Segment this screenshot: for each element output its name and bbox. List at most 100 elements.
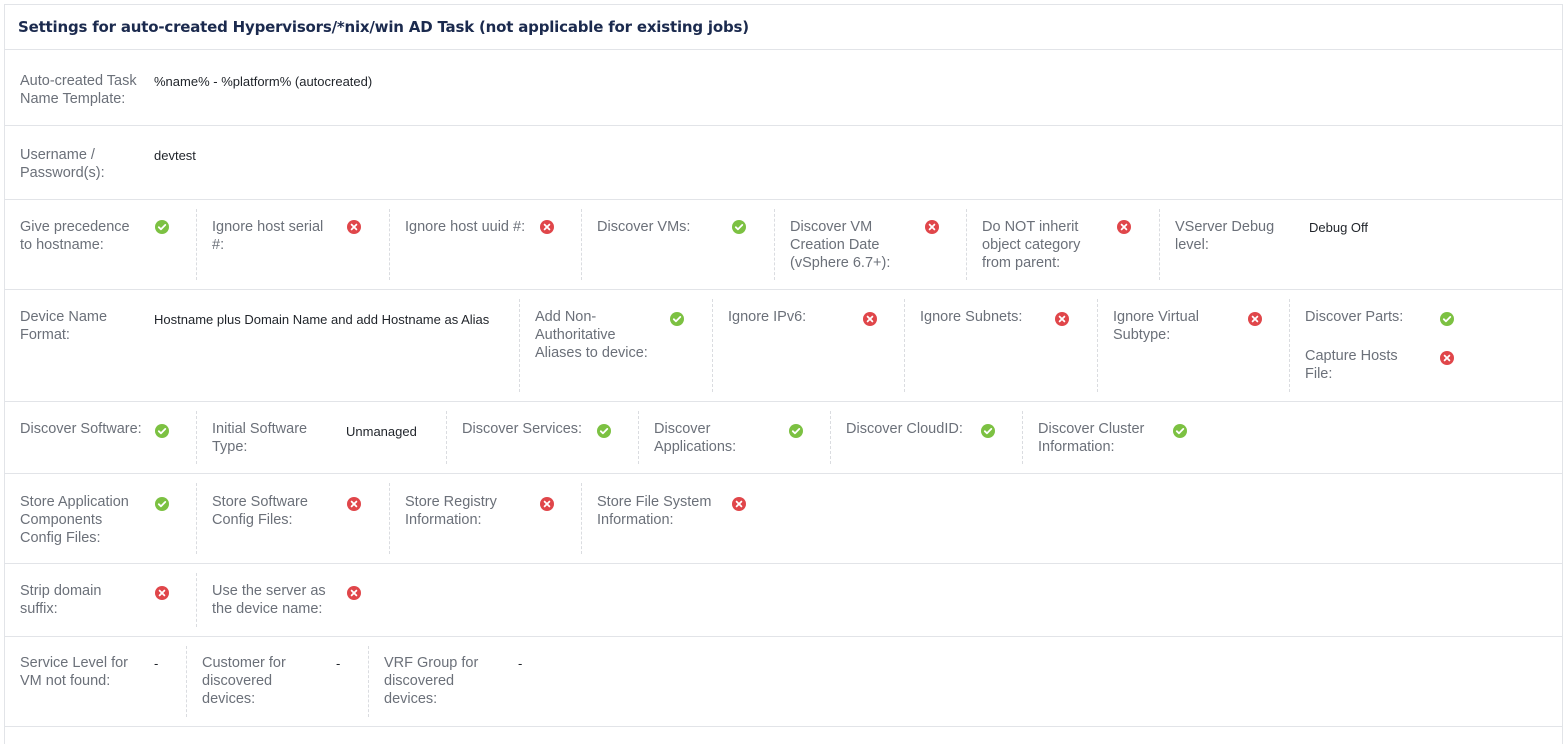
- vrf-group-label: VRF Group for discovered devices:: [384, 655, 479, 707]
- check-circle-icon: [1173, 424, 1187, 438]
- panel-title: Settings for auto-created Hypervisors/*n…: [18, 18, 749, 36]
- setting-server-as-device-name: Use the server as the device name:: [196, 564, 390, 636]
- check-circle-icon: [732, 220, 746, 234]
- setting-vm-creation-date: Discover VM Creation Date (vSphere 6.7+)…: [774, 200, 967, 289]
- setting-service-level: Service Level for VM not found: -: [5, 637, 187, 726]
- x-circle-icon: [1248, 312, 1262, 326]
- row-credentials: Username / Password(s): devtest: [5, 126, 1562, 200]
- x-circle-icon: [732, 497, 746, 511]
- check-circle-icon: [155, 497, 169, 511]
- customer-label: Customer for discovered devices:: [202, 655, 286, 707]
- server-as-device-name-label: Use the server as the device name:: [212, 583, 326, 617]
- discover-parts-label: Discover Parts:: [1305, 309, 1404, 325]
- setting-store-filesystem: Store File System Information:: [581, 474, 775, 563]
- setting-discover-cloudid: Discover CloudID:: [830, 402, 1023, 473]
- discover-applications-label: Discover Applications:: [654, 421, 737, 455]
- check-circle-icon: [155, 220, 169, 234]
- x-circle-icon: [925, 220, 939, 234]
- capture-hosts-label: Capture Hosts File:: [1305, 348, 1398, 382]
- ignore-serial-label: Ignore host serial #:: [212, 219, 324, 253]
- x-circle-icon: [347, 497, 361, 511]
- setting-discover-cluster: Discover Cluster Information:: [1022, 402, 1215, 473]
- no-inherit-category-label: Do NOT inherit object category from pare…: [982, 219, 1081, 271]
- setting-strip-domain: Strip domain suffix:: [5, 564, 197, 636]
- row-store-options: Store Application Components Config File…: [5, 474, 1562, 564]
- setting-discover-vms: Discover VMs:: [581, 200, 775, 289]
- service-level-label: Service Level for VM not found:: [20, 655, 128, 689]
- x-circle-icon: [1440, 351, 1454, 365]
- task-name-template-value: %name% - %platform% (autocreated): [154, 74, 373, 89]
- strip-domain-label: Strip domain suffix:: [20, 583, 102, 617]
- initial-software-type-label: Initial Software Type:: [212, 421, 308, 455]
- setting-ignore-uuid: Ignore host uuid #:: [389, 200, 582, 289]
- row-task-name-template: Auto-created Task Name Template: %name% …: [5, 50, 1562, 126]
- x-circle-icon: [540, 497, 554, 511]
- customer-value: -: [336, 656, 341, 671]
- setting-precedence-hostname: Give precedence to hostname:: [5, 200, 197, 289]
- discover-cluster-label: Discover Cluster Information:: [1038, 421, 1145, 455]
- check-circle-icon: [981, 424, 995, 438]
- store-software-config-label: Store Software Config Files:: [212, 494, 308, 528]
- setting-parts-and-hosts: Discover Parts: Capture Hosts File:: [1289, 290, 1560, 401]
- discover-services-label: Discover Services:: [462, 421, 583, 437]
- device-name-format-value: Hostname plus Domain Name and add Hostna…: [154, 312, 490, 327]
- task-name-template-label: Auto-created Task Name Template:: [20, 73, 137, 107]
- setting-store-registry: Store Registry Information:: [389, 474, 582, 563]
- x-circle-icon: [347, 586, 361, 600]
- row-naming-options: Strip domain suffix: Use the server as t…: [5, 564, 1562, 637]
- x-circle-icon: [1055, 312, 1069, 326]
- ignore-virtual-subtype-label: Ignore Virtual Subtype:: [1113, 309, 1199, 343]
- setting-vrf-group: VRF Group for discovered devices: -: [368, 637, 551, 726]
- row-discovery-options: Discover Software: Initial Software Type…: [5, 402, 1562, 474]
- ignore-ipv6-label: Ignore IPv6:: [728, 309, 807, 325]
- store-registry-label: Store Registry Information:: [405, 494, 497, 528]
- precedence-hostname-label: Give precedence to hostname:: [20, 219, 130, 253]
- setting-discover-services: Discover Services:: [446, 402, 637, 473]
- setting-device-name-format: Device Name Format: Hostname plus Domain…: [5, 290, 520, 401]
- discover-cloudid-label: Discover CloudID:: [846, 421, 963, 437]
- device-name-format-label: Device Name Format:: [20, 309, 108, 343]
- x-circle-icon: [1117, 220, 1131, 234]
- row-device-options: Device Name Format: Hostname plus Domain…: [5, 290, 1562, 402]
- non-authoritative-aliases-label: Add Non-Authoritative Aliases to device:: [535, 309, 648, 361]
- setting-ignore-subnets: Ignore Subnets:: [904, 290, 1098, 401]
- initial-software-type-value: Unmanaged: [346, 424, 417, 439]
- setting-ignore-ipv6: Ignore IPv6:: [712, 290, 905, 401]
- credentials-label: Username / Password(s):: [20, 147, 105, 181]
- discover-vms-label: Discover VMs:: [597, 219, 691, 235]
- x-circle-icon: [863, 312, 877, 326]
- row-assignment-options: Service Level for VM not found: - Custom…: [5, 637, 1562, 727]
- setting-non-authoritative-aliases: Add Non-Authoritative Aliases to device:: [519, 290, 713, 401]
- check-circle-icon: [155, 424, 169, 438]
- credentials-value: devtest: [154, 148, 196, 163]
- settings-panel: Settings for auto-created Hypervisors/*n…: [4, 4, 1563, 744]
- check-circle-icon: [1440, 312, 1454, 326]
- setting-discover-applications: Discover Applications:: [638, 402, 830, 473]
- store-app-config-label: Store Application Components Config File…: [20, 494, 129, 546]
- check-circle-icon: [789, 424, 803, 438]
- x-circle-icon: [540, 220, 554, 234]
- ignore-uuid-label: Ignore host uuid #:: [405, 219, 526, 235]
- setting-store-software-config: Store Software Config Files:: [196, 474, 390, 563]
- setting-initial-software-type: Initial Software Type: Unmanaged: [196, 402, 447, 473]
- setting-store-app-config: Store Application Components Config File…: [5, 474, 197, 563]
- vrf-group-value: -: [518, 656, 523, 671]
- x-circle-icon: [155, 586, 169, 600]
- setting-ignore-virtual-subtype: Ignore Virtual Subtype:: [1097, 290, 1290, 401]
- setting-ignore-serial: Ignore host serial #:: [196, 200, 390, 289]
- vserver-debug-value: Debug Off: [1309, 220, 1369, 235]
- setting-discover-software: Discover Software:: [5, 402, 197, 473]
- vm-creation-date-label: Discover VM Creation Date (vSphere 6.7+)…: [790, 219, 891, 271]
- service-level-value: -: [154, 656, 159, 671]
- ignore-subnets-label: Ignore Subnets:: [920, 309, 1023, 325]
- vserver-debug-label: VServer Debug level:: [1175, 219, 1275, 253]
- check-circle-icon: [670, 312, 684, 326]
- setting-no-inherit-category: Do NOT inherit object category from pare…: [966, 200, 1160, 289]
- discover-software-label: Discover Software:: [20, 421, 142, 437]
- setting-vserver-debug: VServer Debug level: Debug Off: [1159, 200, 1460, 289]
- setting-customer: Customer for discovered devices: -: [186, 637, 369, 726]
- check-circle-icon: [597, 424, 611, 438]
- x-circle-icon: [347, 220, 361, 234]
- row-host-options: Give precedence to hostname: Ignore host…: [5, 200, 1562, 290]
- panel-header: Settings for auto-created Hypervisors/*n…: [5, 5, 1562, 50]
